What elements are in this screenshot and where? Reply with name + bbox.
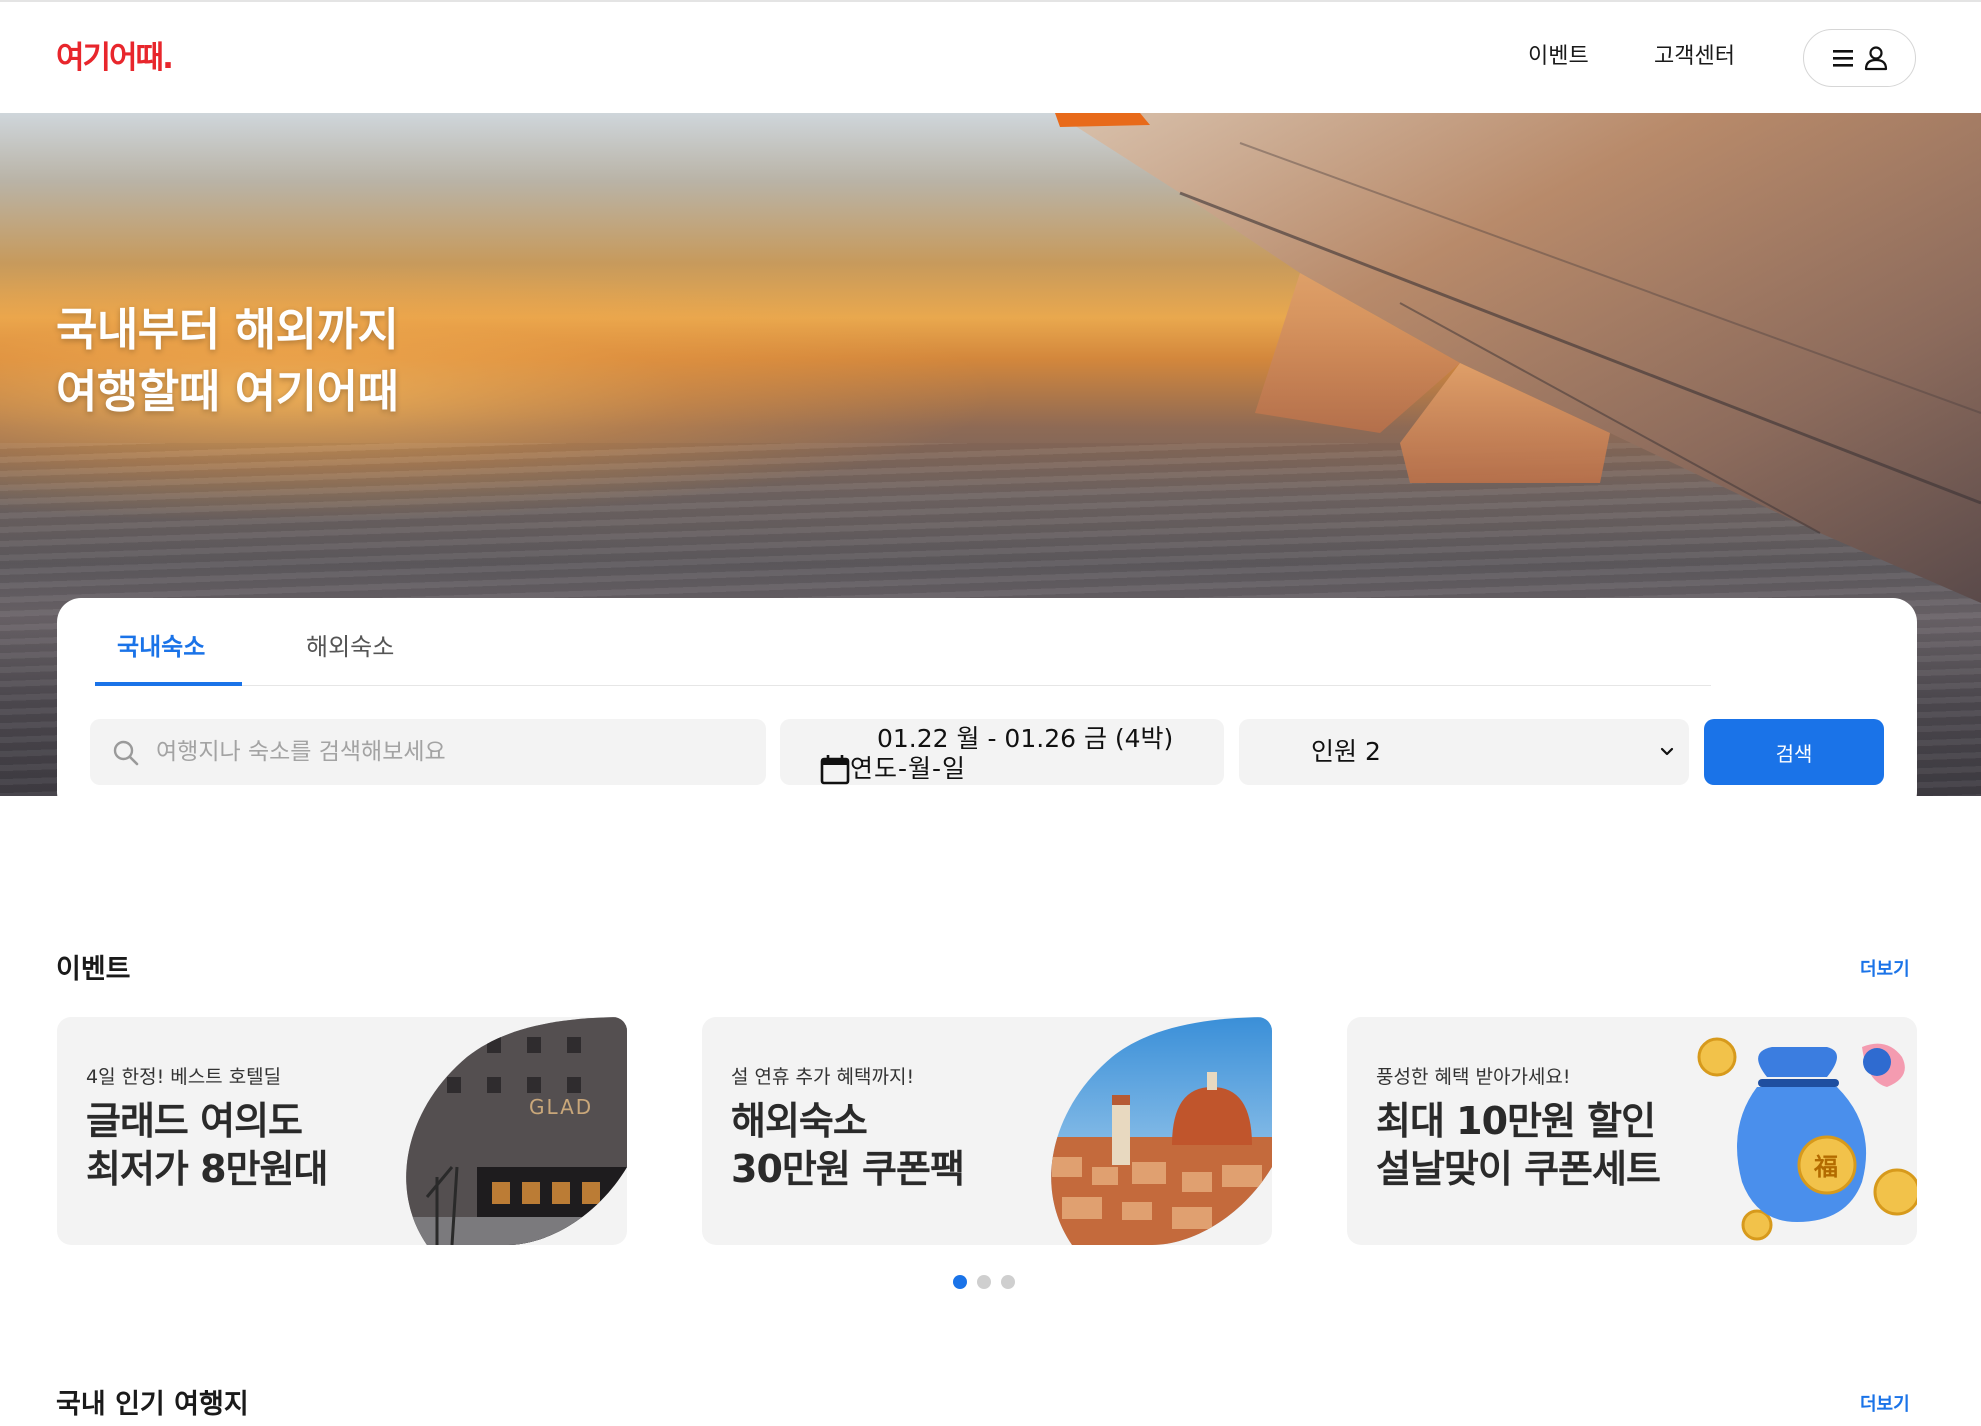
events-section-title: 이벤트	[56, 954, 131, 985]
calendar-icon[interactable]	[820, 753, 850, 785]
event-card-coupon-set[interactable]: 풍성한 혜택 받아가세요! 최대 10만원 할인 설날맞이 쿠폰세트 福	[1347, 1017, 1917, 1245]
event-card-title-line2: 30만원 쿠폰팩	[731, 1147, 965, 1191]
coin-icon	[1697, 1037, 1737, 1077]
svg-text:여기어때.: 여기어때.	[56, 40, 172, 76]
search-button[interactable]: 검색	[1704, 719, 1884, 785]
event-card-title: 해외숙소 30만원 쿠폰팩	[731, 1097, 965, 1193]
date-input-format: 연도-월-일	[850, 754, 967, 783]
event-card-subtitle: 4일 한정! 베스트 호텔딜	[86, 1066, 282, 1088]
guests-value: 인원 2	[1311, 737, 1381, 766]
popular-section-title: 국내 인기 여행지	[56, 1389, 249, 1420]
hero-headline-line1: 국내부터 해외까지	[56, 303, 399, 356]
glad-sign: GLAD	[529, 1095, 593, 1119]
coin-icon	[1873, 1168, 1917, 1216]
menu-profile-button[interactable]	[1803, 29, 1916, 87]
chevron-down-icon	[1660, 747, 1674, 756]
event-card-title-line2: 최저가 8만원대	[86, 1147, 328, 1191]
logo-wordmark: 여기어때.	[56, 40, 174, 76]
events-more-link[interactable]: 더보기	[1860, 957, 1910, 983]
hotel-building-image: GLAD	[406, 1017, 627, 1245]
nav-support-link[interactable]: 고객센터	[1654, 40, 1735, 74]
event-card-subtitle: 풍성한 혜택 받아가세요!	[1376, 1066, 1571, 1088]
hero-banner: 국내부터 해외까지 여행할때 여기어때 국내숙소 해외숙소 01.22 월 - …	[0, 113, 1981, 796]
coin-icon	[1741, 1209, 1773, 1241]
event-card-title: 글래드 여의도 최저가 8만원대	[86, 1097, 328, 1193]
tab-overseas-stay[interactable]: 해외숙소	[306, 630, 394, 664]
user-icon	[1864, 46, 1887, 71]
date-range-text: 01.22 월 - 01.26 금 (4박)	[877, 724, 1174, 753]
guests-select[interactable]: 인원 2	[1239, 719, 1689, 785]
destination-search-field[interactable]	[90, 719, 766, 785]
tabs-divider	[95, 685, 1711, 686]
hamburger-icon	[1832, 50, 1853, 67]
fortune-character: 福	[1813, 1153, 1838, 1181]
hero-headline-line2: 여행할때 여기어때	[56, 365, 399, 418]
carousel-dot-2[interactable]	[977, 1275, 991, 1289]
lucky-bag-image: 福	[1697, 1037, 1917, 1241]
brand-logo[interactable]: 여기어때.	[56, 32, 208, 78]
site-header: 여기어때. 이벤트 고객센터	[0, 2, 1981, 112]
event-carousel-pagination	[953, 1275, 1015, 1289]
tab-domestic-stay[interactable]: 국내숙소	[117, 630, 205, 664]
nav-events-link[interactable]: 이벤트	[1528, 40, 1589, 74]
event-card-title-line2: 설날맞이 쿠폰세트	[1376, 1147, 1661, 1191]
date-range-field[interactable]: 01.22 월 - 01.26 금 (4박) 연도-월-일	[780, 719, 1224, 785]
date-input[interactable]: 연도-월-일	[820, 753, 966, 785]
search-panel: 국내숙소 해외숙소 01.22 월 - 01.26 금 (4박) 연도-월-일	[57, 598, 1917, 796]
event-card-title-line1: 글래드 여의도	[86, 1099, 303, 1143]
florence-city-image	[1051, 1017, 1272, 1245]
destination-search-input[interactable]	[154, 719, 744, 785]
hero-headline: 국내부터 해외까지 여행할때 여기어때	[56, 299, 399, 423]
carousel-dot-1[interactable]	[953, 1275, 967, 1289]
carousel-dot-3[interactable]	[1001, 1275, 1015, 1289]
event-card-title-line1: 최대 10만원 할인	[1376, 1099, 1656, 1143]
event-card-overseas[interactable]: 설 연휴 추가 혜택까지! 해외숙소 30만원 쿠폰팩	[702, 1017, 1272, 1245]
event-card-title: 최대 10만원 할인 설날맞이 쿠폰세트	[1376, 1097, 1661, 1193]
event-card-subtitle: 설 연휴 추가 혜택까지!	[731, 1066, 915, 1088]
active-tab-indicator	[95, 682, 242, 686]
popular-more-link[interactable]: 더보기	[1860, 1392, 1910, 1418]
event-card-glad[interactable]: 4일 한정! 베스트 호텔딜 글래드 여의도 최저가 8만원대 GLAD	[57, 1017, 627, 1245]
search-icon	[113, 740, 139, 766]
event-card-title-line1: 해외숙소	[731, 1099, 868, 1143]
